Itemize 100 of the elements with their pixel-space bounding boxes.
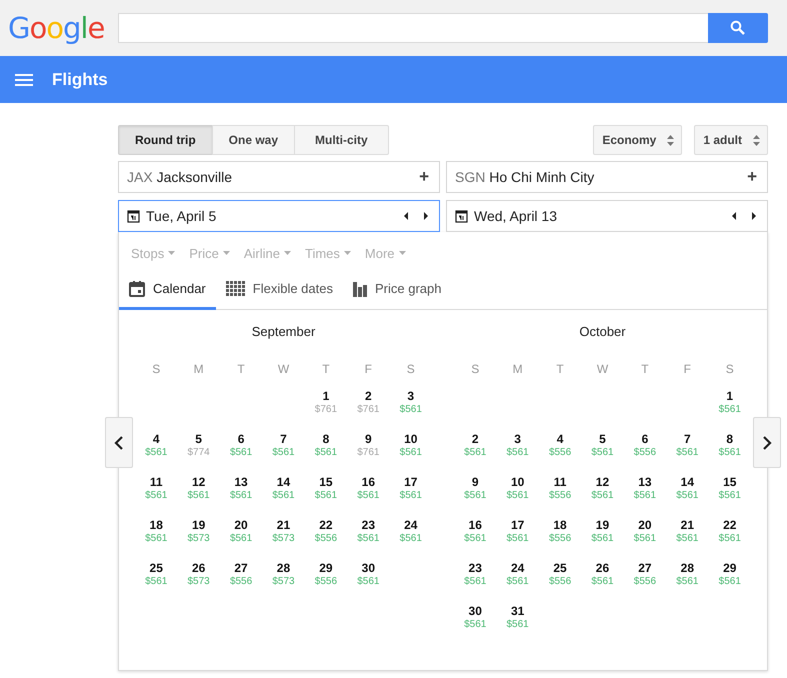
calendar-day[interactable]: 10 $561 xyxy=(400,432,422,473)
calendar-day[interactable]: 20 $561 xyxy=(634,518,656,559)
view-tab[interactable]: Calendar xyxy=(119,270,216,310)
calendar-day[interactable]: 17 $561 xyxy=(506,518,529,559)
calendar-day[interactable]: 3 $561 xyxy=(506,432,529,473)
calendar-day[interactable]: 25 $561 xyxy=(145,561,168,602)
search-field[interactable] xyxy=(118,13,708,43)
calendar-day[interactable]: 16 $561 xyxy=(464,518,486,559)
date-value: Tue, April 5 xyxy=(146,208,218,224)
place-field[interactable]: JAX Jacksonville + xyxy=(118,161,440,193)
search-button[interactable] xyxy=(708,13,768,43)
add-button[interactable]: + xyxy=(745,167,759,187)
calendar-day[interactable]: 21 $573 xyxy=(272,518,295,559)
view-tab[interactable]: Price graph xyxy=(342,270,452,310)
calendar-day[interactable]: 1 $761 xyxy=(314,389,338,430)
calendar-day[interactable]: 7 $561 xyxy=(272,432,295,473)
menu-icon[interactable] xyxy=(15,74,33,86)
next-month-button[interactable] xyxy=(753,417,781,468)
calendar-day[interactable]: 10 $561 xyxy=(506,475,529,516)
calendar-day[interactable]: 13 $561 xyxy=(230,475,252,516)
calendar-day[interactable]: 5 $774 xyxy=(188,432,210,473)
calendar-day[interactable]: 23 $561 xyxy=(357,518,380,559)
calendar-day[interactable]: 2 $561 xyxy=(464,432,486,473)
calendar-day[interactable]: 26 $561 xyxy=(591,561,614,602)
trip-type-button[interactable]: Round trip xyxy=(118,125,213,155)
calendar-day[interactable]: 11 $556 xyxy=(548,475,572,516)
previous-month-button[interactable] xyxy=(105,417,133,468)
calendar-day[interactable]: 20 $561 xyxy=(230,518,252,559)
previous-day-icon xyxy=(403,211,409,221)
calendar-day[interactable]: 26 $573 xyxy=(188,561,210,602)
weekday-label: M xyxy=(512,361,524,378)
calendar-day[interactable]: 15 $561 xyxy=(718,475,741,516)
calendar-day[interactable]: 14 $561 xyxy=(272,475,295,516)
calendar-day[interactable]: 4 $561 xyxy=(145,432,168,473)
calendar-day[interactable]: 8 $561 xyxy=(314,432,338,473)
calendar-day[interactable]: 22 $556 xyxy=(314,518,338,559)
calendar-day[interactable]: 6 $561 xyxy=(230,432,252,473)
calendar-day[interactable]: 25 $556 xyxy=(548,561,572,602)
weekday-label: W xyxy=(596,361,610,378)
weekday-label: S xyxy=(470,361,480,378)
calendar-day[interactable]: 11 $561 xyxy=(145,475,168,516)
calendar-day[interactable]: 28 $573 xyxy=(272,561,295,602)
bar-chart-icon xyxy=(352,280,367,296)
calendar-day[interactable]: 29 $561 xyxy=(718,561,741,602)
dropdown-button[interactable]: Economy xyxy=(593,125,682,155)
trip-type-button[interactable]: Multi-city xyxy=(294,125,389,155)
calendar-day[interactable]: 30 $561 xyxy=(357,561,380,602)
calendar-day[interactable]: 30 $561 xyxy=(464,604,486,645)
trip-type-button[interactable]: One way xyxy=(212,125,296,155)
calendar-day[interactable]: 9 $761 xyxy=(357,432,380,473)
calendar-day[interactable]: 18 $561 xyxy=(145,518,168,559)
weekday-label: T xyxy=(321,361,331,378)
calendar-day[interactable]: 19 $561 xyxy=(591,518,614,559)
calendar-day[interactable]: 8 $561 xyxy=(718,432,741,473)
calendar-day[interactable]: 14 $561 xyxy=(676,475,698,516)
date-field[interactable]: Tue, April 5 xyxy=(118,200,440,232)
calendar-day[interactable]: 9 $561 xyxy=(464,475,486,516)
calendar-day[interactable]: 12 $561 xyxy=(188,475,210,516)
calendar-day[interactable]: 13 $561 xyxy=(634,475,656,516)
calendar-icon xyxy=(455,210,468,222)
weekday-label: S xyxy=(151,361,162,378)
caret-icon xyxy=(284,251,291,255)
calendar-day[interactable]: 1 $561 xyxy=(718,389,741,430)
calendar-day[interactable]: 29 $556 xyxy=(314,561,338,602)
calendar-day[interactable]: 23 $561 xyxy=(464,561,486,602)
calendar-day[interactable]: 18 $556 xyxy=(548,518,572,559)
calendar-day[interactable]: 12 $561 xyxy=(591,475,614,516)
caret-icon xyxy=(398,251,406,255)
calendar-day[interactable]: 15 $561 xyxy=(314,475,338,516)
calendar-day[interactable]: 2 $761 xyxy=(357,389,380,430)
calendar-day[interactable]: 22 $561 xyxy=(718,518,741,559)
place-field[interactable]: SGN Ho Chi Minh City + xyxy=(446,161,768,193)
calendar-day[interactable]: 7 $561 xyxy=(676,432,698,473)
calendar-day[interactable]: 17 $561 xyxy=(400,475,422,516)
calendar-day[interactable]: 31 $561 xyxy=(506,604,529,645)
chevron-right-icon xyxy=(762,436,772,450)
weekday-label: W xyxy=(276,361,290,378)
search-icon xyxy=(730,20,746,36)
calendar-day[interactable]: 4 $556 xyxy=(548,432,572,473)
calendar-day[interactable]: 24 $561 xyxy=(400,518,422,559)
weekday-label: T xyxy=(236,361,246,378)
next-day-icon xyxy=(751,211,757,221)
calendar-day[interactable]: 27 $556 xyxy=(230,561,252,602)
place-value: SGN Ho Chi Minh City xyxy=(455,169,596,185)
calendar-day[interactable]: 3 $561 xyxy=(400,389,422,430)
calendar-day[interactable]: 16 $561 xyxy=(357,475,380,516)
calendar-day[interactable]: 6 $556 xyxy=(634,432,656,473)
date-field[interactable]: Wed, April 13 xyxy=(446,200,768,232)
view-tab[interactable]: Flexible dates xyxy=(216,270,343,310)
weekday-label: M xyxy=(192,361,205,378)
grid-icon xyxy=(226,280,245,296)
calendar-day[interactable]: 27 $556 xyxy=(634,561,656,602)
calendar-day[interactable]: 5 $561 xyxy=(591,432,614,473)
dropdown-button[interactable]: 1 adult xyxy=(694,125,768,155)
add-button[interactable]: + xyxy=(417,167,431,187)
calendar-icon xyxy=(127,210,140,222)
calendar-day[interactable]: 21 $561 xyxy=(676,518,698,559)
calendar-day[interactable]: 19 $573 xyxy=(188,518,210,559)
calendar-day[interactable]: 24 $561 xyxy=(506,561,529,602)
calendar-day[interactable]: 28 $561 xyxy=(676,561,698,602)
